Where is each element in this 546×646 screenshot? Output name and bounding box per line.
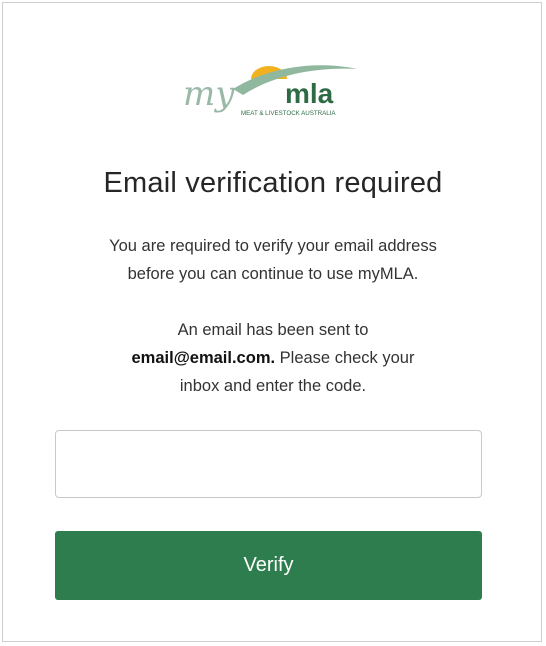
notice-line: email@email.com. Please check your	[3, 344, 543, 372]
instructions-line: before you can continue to use myMLA.	[127, 265, 419, 283]
email-address: email@email.com.	[131, 349, 276, 367]
mymla-logo: my mla MEAT & LIVESTOCK AUSTRALIA	[183, 65, 357, 117]
verification-panel: my mla MEAT & LIVESTOCK AUSTRALIA Email …	[2, 2, 542, 642]
verification-code-input[interactable]	[55, 430, 482, 498]
email-sent-notice: An email has been sent to email@email.co…	[3, 316, 543, 400]
verify-button[interactable]: Verify	[55, 531, 482, 600]
notice-line: An email has been sent to	[177, 321, 369, 339]
notice-line-rest: Please check your	[275, 349, 415, 367]
page-title: Email verification required	[103, 167, 443, 199]
instructions-line: You are required to verify your email ad…	[109, 237, 437, 255]
notice-line: inbox and enter the code.	[179, 377, 367, 395]
logo-tagline: MEAT & LIVESTOCK AUSTRALIA	[241, 110, 336, 117]
logo-my-text: my	[183, 74, 235, 114]
logo-mla-text: mla	[285, 78, 334, 109]
verification-instructions: You are required to verify your email ad…	[3, 232, 543, 288]
